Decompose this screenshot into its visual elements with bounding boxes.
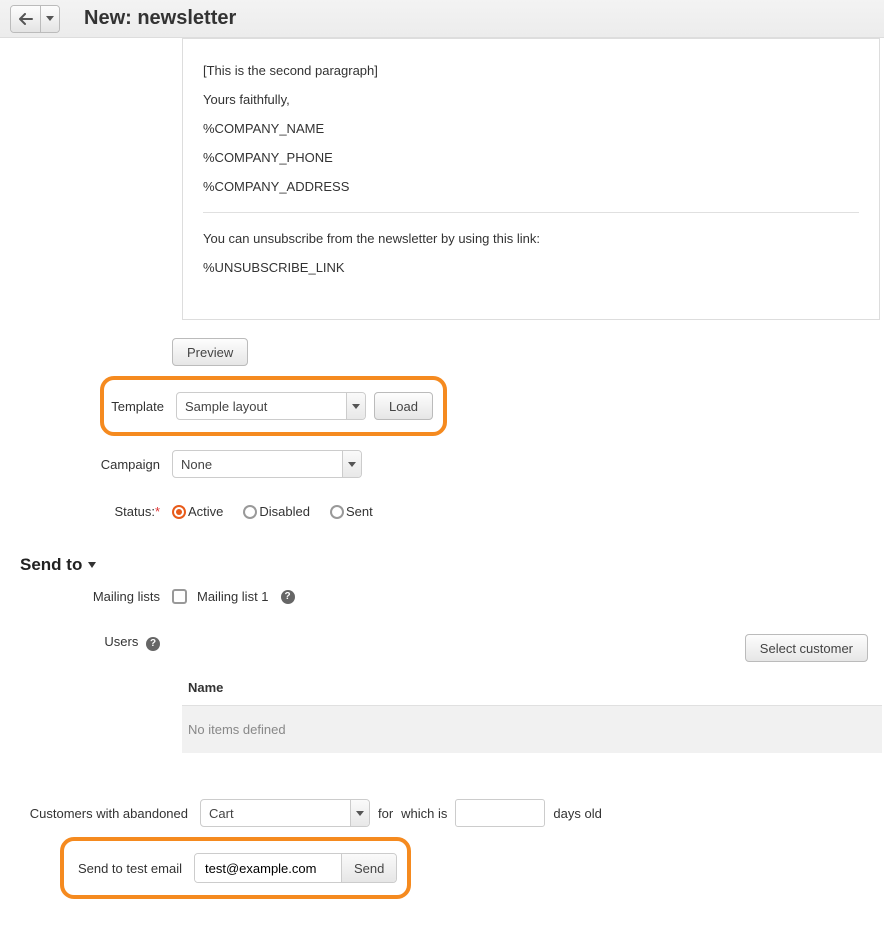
template-highlight: Template Sample layout Load: [100, 376, 447, 436]
caret-down-icon: [88, 562, 96, 568]
help-icon[interactable]: ?: [146, 637, 160, 651]
send-test-button[interactable]: Send: [341, 854, 396, 882]
days-input[interactable]: [455, 799, 545, 827]
send-test-highlight: Send to test email Send: [60, 837, 411, 899]
radio-icon: [330, 505, 344, 519]
mailing-list-1-label: Mailing list 1: [197, 589, 269, 604]
body-line: Yours faithfully,: [203, 92, 859, 107]
preview-button[interactable]: Preview: [172, 338, 248, 366]
days-old-text: days old: [553, 806, 601, 821]
campaign-label: Campaign: [10, 457, 172, 472]
status-radio-sent[interactable]: Sent: [330, 504, 373, 519]
users-label: Users ?: [10, 634, 172, 651]
status-label: Status:*: [10, 504, 172, 519]
campaign-select-value: None: [181, 457, 212, 472]
template-select[interactable]: Sample layout: [176, 392, 366, 420]
mailing-list-1-checkbox[interactable]: [172, 589, 187, 604]
status-option-label: Active: [188, 504, 223, 519]
body-line: %COMPANY_ADDRESS: [203, 179, 859, 194]
body-line: [This is the second paragraph]: [203, 63, 859, 78]
caret-down-icon: [46, 16, 54, 21]
divider: [203, 212, 859, 213]
abandoned-select-value: Cart: [209, 806, 234, 821]
status-option-label: Sent: [346, 504, 373, 519]
top-toolbar: New: newsletter: [0, 0, 884, 38]
campaign-select[interactable]: None: [172, 450, 362, 478]
caret-down-icon: [348, 462, 356, 467]
section-title-text: Send to: [20, 555, 82, 575]
load-template-button[interactable]: Load: [374, 392, 433, 420]
users-table-empty: No items defined: [182, 706, 882, 753]
back-arrow-icon: [19, 13, 33, 25]
unsubscribe-text: You can unsubscribe from the newsletter …: [203, 231, 859, 246]
back-button[interactable]: [11, 6, 41, 32]
for-text: for: [378, 806, 393, 821]
status-radio-disabled[interactable]: Disabled: [243, 504, 310, 519]
send-to-section-toggle[interactable]: Send to: [20, 555, 874, 575]
abandoned-select[interactable]: Cart: [200, 799, 370, 827]
users-table-header-name: Name: [182, 670, 882, 706]
template-label: Template: [104, 399, 176, 414]
template-select-value: Sample layout: [185, 399, 267, 414]
which-is-text: which is: [401, 806, 447, 821]
caret-down-icon: [356, 811, 364, 816]
radio-icon: [243, 505, 257, 519]
test-email-input[interactable]: [195, 854, 341, 882]
customers-abandoned-label: Customers with abandoned: [10, 806, 200, 821]
page-title: New: newsletter: [84, 7, 236, 30]
body-line: %COMPANY_NAME: [203, 121, 859, 136]
send-test-label: Send to test email: [64, 861, 194, 876]
caret-down-icon: [352, 404, 360, 409]
status-option-label: Disabled: [259, 504, 310, 519]
back-button-group: [10, 5, 60, 33]
back-dropdown-button[interactable]: [41, 6, 59, 32]
select-customer-button[interactable]: Select customer: [745, 634, 868, 662]
newsletter-body-preview: [This is the second paragraph] Yours fai…: [182, 38, 880, 320]
unsubscribe-token: %UNSUBSCRIBE_LINK: [203, 260, 859, 275]
help-icon[interactable]: ?: [281, 590, 295, 604]
status-radio-active[interactable]: Active: [172, 504, 223, 519]
mailing-lists-label: Mailing lists: [10, 589, 172, 604]
body-line: %COMPANY_PHONE: [203, 150, 859, 165]
users-table: Name No items defined: [182, 670, 882, 753]
radio-icon: [172, 505, 186, 519]
